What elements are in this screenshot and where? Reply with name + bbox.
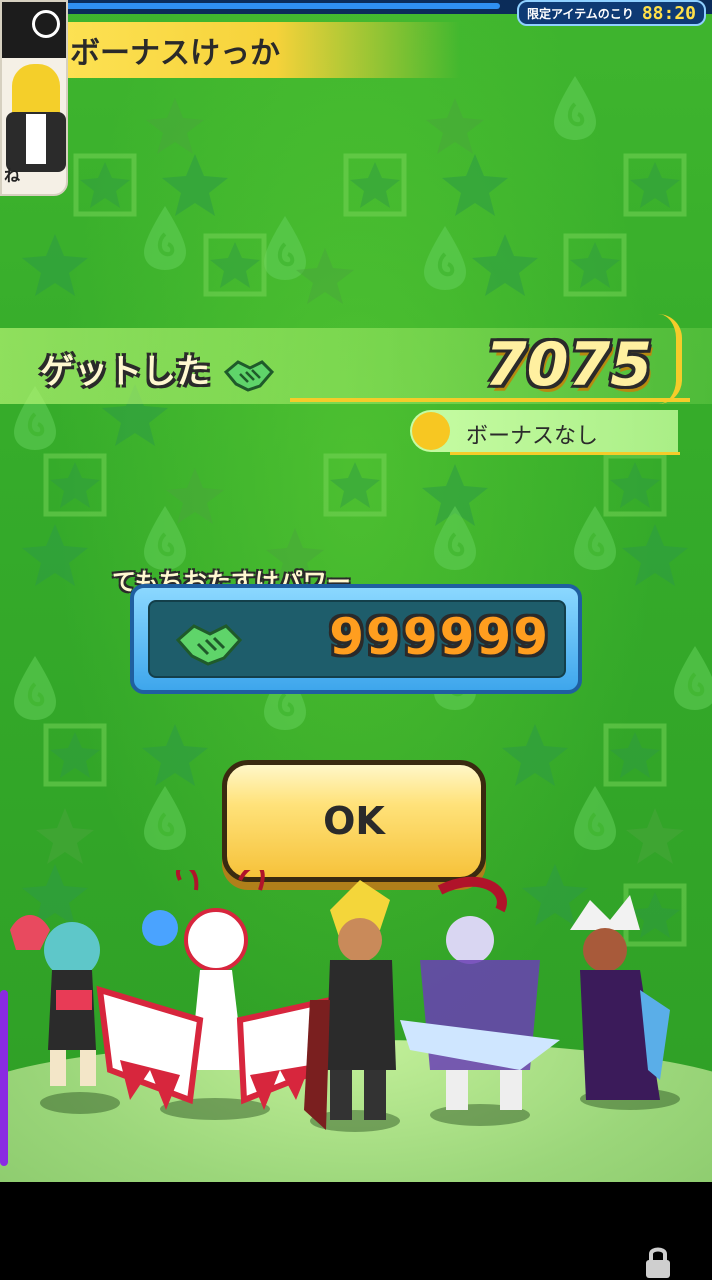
bonus-text: ボーナスなし <box>466 424 599 449</box>
handshake-icon <box>175 624 243 666</box>
left-scrollbar[interactable] <box>0 990 8 1166</box>
get-swoosh <box>658 314 682 404</box>
character-white-fox <box>96 870 334 1110</box>
result-title: ボーナスけっか <box>70 36 280 71</box>
portrait-shirt <box>26 114 46 164</box>
timer-label: 限定アイテムのこり <box>527 6 634 21</box>
handshake-icon <box>223 359 274 392</box>
get-underline <box>290 398 690 402</box>
clock-icon <box>32 10 60 38</box>
timer-value: 88:20 <box>641 2 696 24</box>
character-white-hair-mage <box>570 895 670 1100</box>
limited-item-timer: 限定アイテムのこり 88:20 <box>517 0 706 26</box>
power-inner: 999999 <box>148 600 566 678</box>
bonus-indicator <box>412 412 450 450</box>
character-party <box>10 870 670 1130</box>
character-blonde-warrior <box>304 880 396 1130</box>
get-value: 7075 <box>485 330 652 400</box>
ok-label: OK <box>323 799 385 843</box>
portrait-card[interactable]: ね <box>0 0 68 196</box>
game-stage: 限定アイテムのこり 88:20 ボーナスけっか ね ゲットした 7075 ボーナ… <box>0 0 712 1182</box>
character-purple-armor <box>400 876 560 1110</box>
system-navbar <box>0 1182 712 1280</box>
top-progress-bar <box>60 3 500 9</box>
bonus-underline <box>450 452 680 455</box>
get-label-text: ゲットした <box>40 352 210 392</box>
power-value: 999999 <box>329 608 550 666</box>
character-teal-hair <box>10 915 100 1086</box>
get-label: ゲットした <box>40 344 276 394</box>
portrait-caption: ね <box>4 166 21 185</box>
power-panel: 999999 <box>130 584 582 694</box>
lock-icon[interactable] <box>640 1244 676 1280</box>
ok-button[interactable]: OK <box>222 760 486 882</box>
